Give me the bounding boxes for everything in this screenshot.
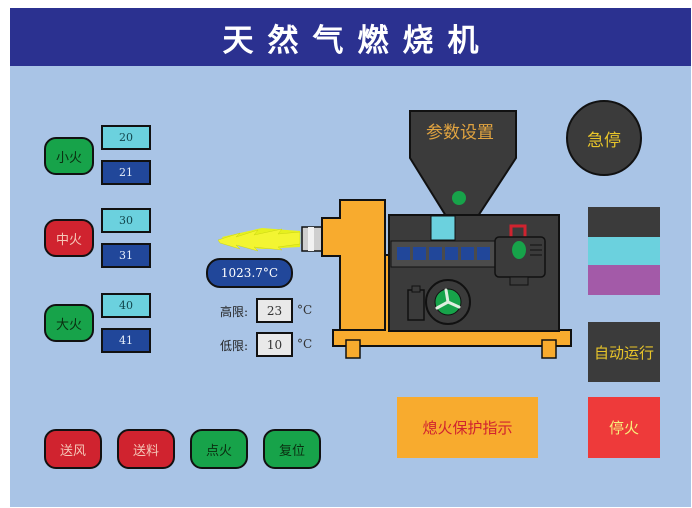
ignition-label: 点火 (205, 443, 232, 459)
emergency-stop-button[interactable]: 急停 (566, 100, 642, 176)
air-supply-label: 送风 (59, 443, 86, 459)
auto-run-button[interactable]: 自动运行 (588, 322, 660, 382)
reset-button[interactable]: 复位 (263, 429, 321, 469)
air-supply-button[interactable]: 送风 (44, 429, 102, 469)
material-feed-label: 送料 (132, 443, 159, 459)
flame-icon (217, 228, 301, 252)
feed-opening (430, 215, 456, 241)
motor-indicator (512, 241, 526, 259)
machine-leg-left (345, 339, 361, 359)
auto-run-label: 自动运行 (593, 343, 654, 362)
stop-fire-button[interactable]: 停火 (588, 397, 660, 458)
ignition-button[interactable]: 点火 (190, 429, 248, 469)
hopper-indicator (452, 191, 466, 205)
flameout-indicator-label: 熄火保护指示 (422, 419, 513, 437)
flameout-protection-indicator: 熄火保护指示 (397, 397, 538, 458)
parameter-settings-button[interactable]: 参数设置 (412, 118, 508, 143)
blower-inlet (407, 289, 425, 321)
status-light-dark (588, 207, 660, 237)
status-light-cyan (588, 237, 660, 265)
emergency-stop-label: 急停 (587, 130, 621, 151)
stop-fire-label: 停火 (608, 419, 639, 437)
status-light-purple (588, 265, 660, 295)
machine-leg-right (541, 339, 557, 359)
material-feed-button[interactable]: 送料 (117, 429, 175, 469)
reset-label: 复位 (278, 443, 305, 459)
